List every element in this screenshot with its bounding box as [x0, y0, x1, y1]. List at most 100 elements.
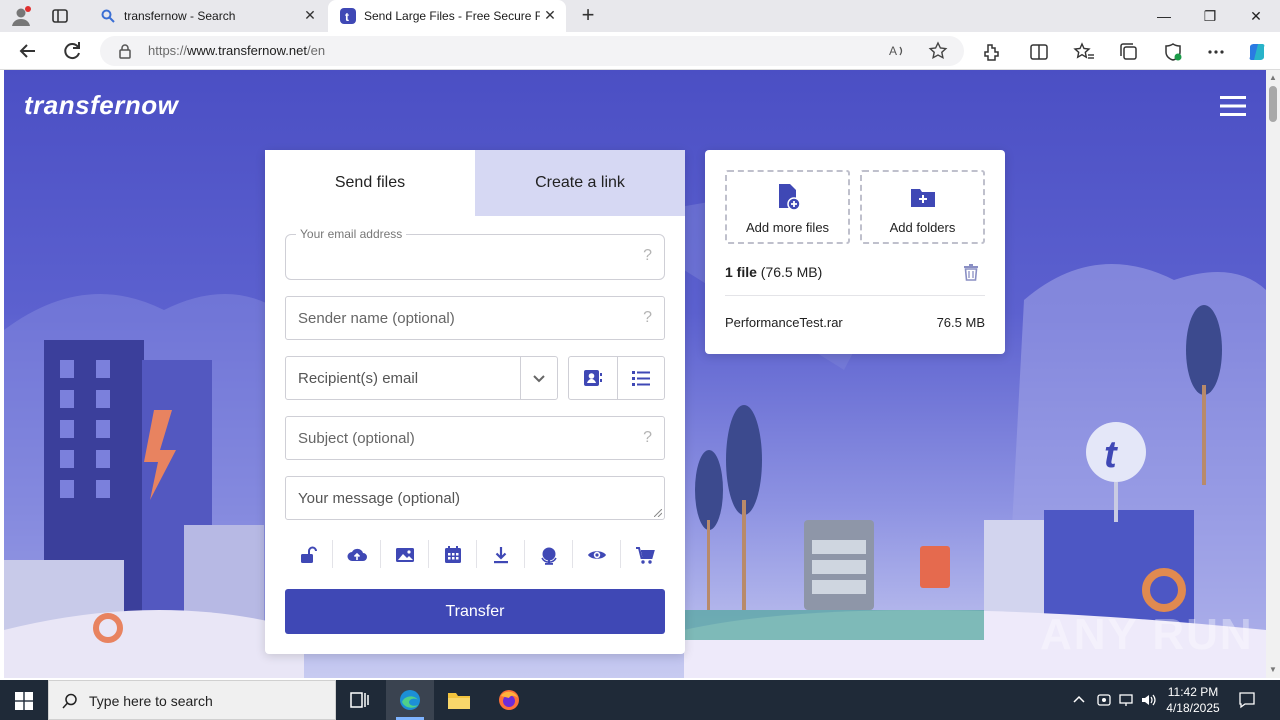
url-bar[interactable]: https://www.transfernow.net/en A [100, 36, 964, 66]
new-tab-button[interactable]: + [576, 4, 600, 28]
favorites-icon[interactable] [1073, 41, 1095, 63]
option-image[interactable] [381, 536, 429, 572]
email-field[interactable]: Your email address ? [285, 227, 665, 280]
copilot-icon[interactable] [1246, 41, 1268, 63]
volume-icon[interactable] [1140, 692, 1156, 708]
read-aloud-icon[interactable]: A [888, 42, 906, 60]
search-placeholder: Type here to search [89, 693, 213, 709]
more-options-icon[interactable] [1205, 41, 1227, 63]
add-folder-icon [910, 189, 935, 207]
tab-send-files[interactable]: Send files [265, 150, 475, 216]
cart-icon [636, 547, 655, 564]
resize-handle-icon[interactable] [654, 509, 662, 517]
add-file-icon [778, 184, 801, 211]
profile-icon[interactable] [10, 5, 32, 27]
browser-tab-bar: transfernow - Search ✕ t Send Large File… [0, 0, 1280, 32]
restore-button[interactable]: ❐ [1187, 0, 1233, 32]
help-icon[interactable]: ? [643, 309, 652, 327]
download-icon [494, 547, 508, 564]
refresh-icon[interactable] [60, 39, 84, 63]
tab-create-link[interactable]: Create a link [475, 150, 685, 216]
page-content: t transfernow Send files Create a link Y… [4, 70, 1266, 678]
page-scrollbar[interactable]: ▲ ▼ [1266, 70, 1280, 678]
option-sell[interactable] [621, 536, 669, 572]
files-card: Add more files Add folders 1 file (76.5 … [705, 150, 1005, 354]
tab-actions-icon[interactable] [50, 6, 70, 26]
tab-title: Send Large Files - Free Secure File Tran… [364, 9, 540, 23]
svg-text:t: t [1104, 434, 1118, 476]
scroll-up-icon[interactable]: ▲ [1268, 73, 1278, 83]
option-password[interactable] [285, 536, 333, 572]
help-icon[interactable]: ? [643, 247, 652, 265]
chevron-up-icon[interactable] [1072, 693, 1086, 707]
transfernow-logo[interactable]: transfernow [24, 90, 178, 121]
hamburger-menu-icon[interactable] [1220, 96, 1246, 116]
scroll-down-icon[interactable]: ▼ [1268, 665, 1278, 675]
start-button[interactable] [0, 680, 48, 720]
list-icon[interactable] [630, 367, 652, 389]
chevron-down-icon [533, 375, 545, 383]
folder-icon [448, 693, 470, 709]
help-icon[interactable]: ? [643, 429, 652, 447]
taskbar-search[interactable]: Type here to search [48, 680, 336, 720]
recipient-email-field[interactable]: Recipient(s) email [285, 356, 558, 400]
collections-icon[interactable] [1118, 41, 1140, 63]
close-tab-icon[interactable]: ✕ [542, 7, 558, 23]
taskbar-file-explorer[interactable] [435, 680, 483, 720]
back-icon[interactable] [16, 39, 40, 63]
subject-placeholder: Subject (optional) [298, 430, 415, 447]
message-field[interactable]: Your message (optional) [285, 476, 665, 520]
option-preview[interactable] [573, 536, 621, 572]
close-window-button[interactable]: ✕ [1233, 0, 1279, 32]
tab-search[interactable]: transfernow - Search ✕ [88, 0, 326, 32]
lock-icon[interactable] [118, 43, 132, 59]
taskbar-firefox[interactable] [485, 680, 533, 720]
email-label: Your email address [296, 227, 407, 241]
contacts-icon[interactable] [582, 367, 604, 389]
message-placeholder: Your message (optional) [298, 490, 461, 507]
option-schedule[interactable] [429, 536, 477, 572]
transfer-button[interactable]: Transfer [285, 589, 665, 634]
file-count: 1 file (76.5 MB) [725, 264, 823, 280]
trash-icon[interactable] [961, 262, 981, 282]
minimize-button[interactable]: — [1141, 0, 1187, 32]
task-view-icon [350, 692, 369, 708]
windows-logo-icon [15, 692, 33, 710]
recipient-dropdown[interactable] [520, 357, 557, 399]
taskbar-edge[interactable] [386, 680, 434, 720]
task-view-button[interactable] [336, 680, 384, 720]
option-upload[interactable] [333, 536, 381, 572]
clock-date: 4/18/2025 [1166, 701, 1220, 715]
option-download[interactable] [477, 536, 525, 572]
recipient-actions [568, 356, 665, 400]
favorite-star-icon[interactable] [928, 41, 948, 61]
globe-icon [541, 547, 557, 565]
tab-title: transfernow - Search [124, 9, 236, 23]
taskbar: Type here to search 11:42 PM 4/18/2025 [0, 680, 1280, 720]
file-name: PerformanceTest.rar [725, 315, 843, 330]
system-clock[interactable]: 11:42 PM 4/18/2025 [1160, 684, 1226, 716]
extensions-icon[interactable] [980, 41, 1002, 63]
close-tab-icon[interactable]: ✕ [302, 7, 318, 23]
add-files-label: Add more files [745, 220, 830, 235]
cloud-icon [347, 548, 367, 561]
scroll-thumb[interactable] [1269, 86, 1277, 122]
calendar-icon [445, 546, 461, 563]
clock-time: 11:42 PM [1167, 685, 1219, 699]
option-language[interactable] [525, 536, 573, 572]
divider [725, 295, 985, 296]
svg-text:t: t [345, 10, 349, 24]
transfer-options [285, 536, 665, 572]
add-folders-label: Add folders [889, 220, 956, 235]
security-tray-icon[interactable] [1096, 692, 1112, 708]
subject-field[interactable]: Subject (optional) ? [285, 416, 665, 460]
notifications-icon[interactable] [1238, 691, 1256, 709]
network-icon[interactable] [1118, 692, 1134, 708]
tab-transfernow[interactable]: t Send Large Files - Free Secure File Tr… [328, 0, 566, 32]
send-form-card: Send files Create a link Your email addr… [265, 150, 685, 654]
sender-name-field[interactable]: Sender name (optional) ? [285, 296, 665, 340]
add-more-files-button[interactable]: Add more files [725, 170, 850, 244]
split-screen-icon[interactable] [1028, 41, 1050, 63]
add-folders-button[interactable]: Add folders [860, 170, 985, 244]
browser-essentials-icon[interactable] [1162, 41, 1184, 63]
